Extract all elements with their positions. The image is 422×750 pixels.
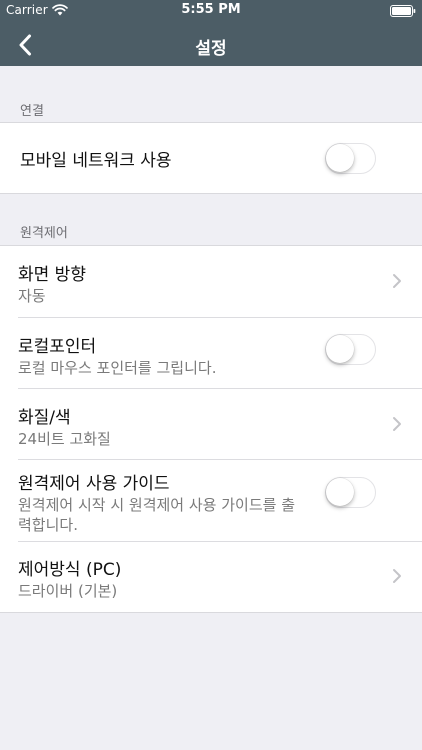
settings-group-remote-control: 화면 방향 자동 로컬포인터 로컬 마우스 포인터를 그립니다. 화질/색 24… [0, 245, 422, 613]
status-time: 5:55 PM [181, 2, 241, 17]
page-title: 설정 [195, 39, 227, 59]
setting-title: 제어방식 (PC) [18, 560, 122, 580]
setting-title: 화면 방향 [18, 265, 86, 285]
setting-row-screen-orientation[interactable]: 화면 방향 자동 [0, 246, 422, 317]
nav-bar: 설정 [0, 22, 422, 66]
toggle-knob [326, 144, 354, 172]
chevron-right-icon [393, 417, 401, 431]
setting-title: 로컬포인터 [18, 337, 97, 357]
toggle-knob [326, 478, 354, 506]
mobile-network-toggle[interactable] [325, 143, 376, 174]
settings-group-connection: 모바일 네트워크 사용 [0, 122, 422, 194]
chevron-right-icon [393, 274, 401, 288]
setting-row-remote-guide[interactable]: 원격제어 사용 가이드 원격제어 시작 시 원격제어 사용 가이드를 출력합니다… [0, 459, 422, 541]
navigation-header: Carrier 5:55 PM 설정 [0, 0, 422, 66]
setting-subtitle: 24비트 고화질 [18, 430, 111, 448]
setting-title: 원격제어 사용 가이드 [18, 474, 170, 494]
setting-subtitle: 자동 [18, 287, 46, 305]
toggle-knob [326, 335, 354, 363]
battery-icon [390, 5, 416, 17]
remote-guide-toggle[interactable] [325, 477, 376, 508]
setting-row-control-method[interactable]: 제어방식 (PC) 드라이버 (기본) [0, 541, 422, 612]
setting-row-mobile-network[interactable]: 모바일 네트워크 사용 [0, 123, 422, 193]
chevron-right-icon [393, 569, 401, 583]
section-header-remote-control: 원격제어 [20, 226, 68, 241]
setting-row-local-pointer[interactable]: 로컬포인터 로컬 마우스 포인터를 그립니다. [0, 317, 422, 388]
setting-row-quality-color[interactable]: 화질/색 24비트 고화질 [0, 388, 422, 459]
status-bar: Carrier 5:55 PM [0, 0, 422, 22]
setting-title: 화질/색 [18, 408, 71, 428]
setting-subtitle: 원격제어 시작 시 원격제어 사용 가이드를 출력합니다. [18, 496, 296, 534]
setting-subtitle: 로컬 마우스 포인터를 그립니다. [18, 359, 217, 377]
local-pointer-toggle[interactable] [325, 334, 376, 365]
setting-title: 모바일 네트워크 사용 [20, 151, 172, 171]
section-header-connection: 연결 [20, 104, 44, 119]
setting-subtitle: 드라이버 (기본) [18, 582, 118, 600]
